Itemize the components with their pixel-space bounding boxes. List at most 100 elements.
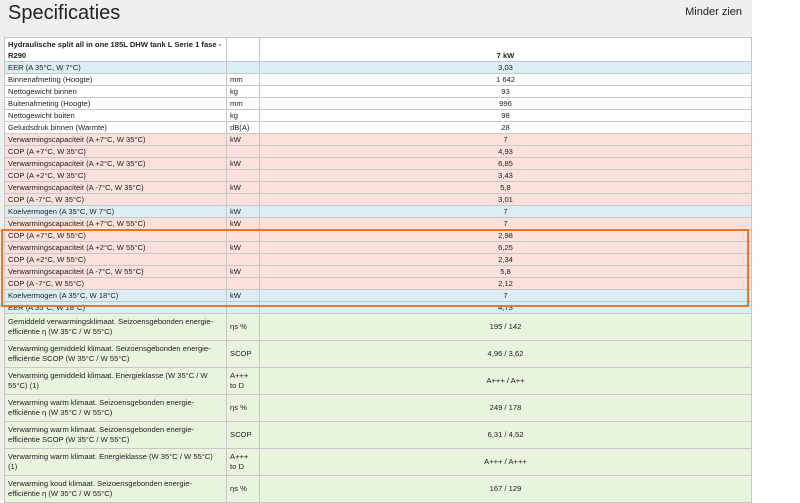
table-row: Nettogewicht binnen kg 93 xyxy=(4,85,752,98)
spec-unit: kW xyxy=(226,217,260,230)
spec-value: 167 / 129 xyxy=(259,475,752,503)
spec-label: Verwarming gemiddeld klimaat. Energiekla… xyxy=(4,367,227,395)
spec-label: Nettogewicht buiten xyxy=(4,109,227,122)
spec-label: COP (A -7°C, W 55°C) xyxy=(4,277,227,290)
table-row: Koelvermogen (A 35°C, W 18°C) kW 7 xyxy=(4,289,752,302)
table-row: EER (A 35°C, W 7°C) 3,03 xyxy=(4,61,752,74)
spec-value: 6,85 xyxy=(259,157,752,170)
spec-label: Verwarmingscapaciteit (A +2°C, W 35°C) xyxy=(4,157,227,170)
spec-unit xyxy=(226,61,260,74)
spec-unit: ηs % xyxy=(226,394,260,422)
spec-value: 7 xyxy=(259,289,752,302)
spec-unit xyxy=(226,253,260,266)
spec-label: Binnenafmeting (Hoogte) xyxy=(4,73,227,86)
spec-label: Verwarming koud klimaat. Seizoensgebonde… xyxy=(4,475,227,503)
spec-unit: A+++ to D xyxy=(226,448,260,476)
spec-label: Geluidsdruk binnen (Warmte) xyxy=(4,121,227,134)
spec-unit xyxy=(226,193,260,206)
spec-unit: kW xyxy=(226,265,260,278)
spec-value: 2,34 xyxy=(259,253,752,266)
spec-value: 4,73 xyxy=(259,301,752,314)
spec-unit xyxy=(226,145,260,158)
spec-unit: kW xyxy=(226,157,260,170)
table-row: COP (A +7°C, W 35°C) 4,93 xyxy=(4,145,752,158)
spec-value: 2,98 xyxy=(259,229,752,242)
spec-value: 6,31 / 4,52 xyxy=(259,421,752,449)
table-row: Binnenafmeting (Hoogte) mm 1 642 xyxy=(4,73,752,86)
spec-unit: kW xyxy=(226,241,260,254)
table-header-row: Hydraulische split all in one 185L DHW t… xyxy=(4,37,752,62)
spec-unit: ηs % xyxy=(226,475,260,503)
spec-value: 4,96 / 3,62 xyxy=(259,340,752,368)
table-row: Verwarming warm klimaat. Seizoensgebonde… xyxy=(4,421,752,449)
spec-label: Koelvermogen (A 35°C, W 7°C) xyxy=(4,205,227,218)
spec-label: COP (A -7°C, W 35°C) xyxy=(4,193,227,206)
page-title: Specificaties xyxy=(8,2,121,24)
table-row: COP (A +2°C, W 55°C) 2,34 xyxy=(4,253,752,266)
table-row: COP (A +2°C, W 35°C) 3,43 xyxy=(4,169,752,182)
spec-value: 1 642 xyxy=(259,73,752,86)
spec-label: EER (A 35°C, W 18°C) xyxy=(4,301,227,314)
spec-table: Hydraulische split all in one 185L DHW t… xyxy=(4,37,752,503)
spec-label: Verwarmingscapaciteit (A -7°C, W 35°C) xyxy=(4,181,227,194)
spec-unit: SCOP xyxy=(226,340,260,368)
header-unit-cell xyxy=(226,37,260,62)
spec-label: Buitenafmeting (Hoogte) xyxy=(4,97,227,110)
table-row: COP (A -7°C, W 55°C) 2,12 xyxy=(4,277,752,290)
spec-value: 7 xyxy=(259,217,752,230)
table-row: Gemiddeld verwarmingsklimaat. Seizoensge… xyxy=(4,313,752,341)
spec-unit: dB(A) xyxy=(226,121,260,134)
spec-label: Gemiddeld verwarmingsklimaat. Seizoensge… xyxy=(4,313,227,341)
spec-label: EER (A 35°C, W 7°C) xyxy=(4,61,227,74)
table-row: Verwarmingscapaciteit (A -7°C, W 35°C) kW… xyxy=(4,181,752,194)
spec-value: 7 xyxy=(259,205,752,218)
table-row: EER (A 35°C, W 18°C) 4,73 xyxy=(4,301,752,314)
spec-value: 98 xyxy=(259,109,752,122)
table-row: Verwarming warm klimaat. Seizoensgebonde… xyxy=(4,394,752,422)
table-row: Verwarmingscapaciteit (A -7°C, W 55°C) kW… xyxy=(4,265,752,278)
spec-value: 5,8 xyxy=(259,265,752,278)
spec-value: 195 / 142 xyxy=(259,313,752,341)
product-name: Hydraulische split all in one 185L DHW t… xyxy=(4,37,227,62)
spec-label: COP (A +7°C, W 35°C) xyxy=(4,145,227,158)
spec-label: Verwarming gemiddeld klimaat. Seizoensge… xyxy=(4,340,227,368)
table-row: Buitenafmeting (Hoogte) mm 996 xyxy=(4,97,752,110)
spec-unit: SCOP xyxy=(226,421,260,449)
table-row: Verwarming gemiddeld klimaat. Energiekla… xyxy=(4,367,752,395)
table-row: Verwarmingscapaciteit (A +2°C, W 35°C) kW… xyxy=(4,157,752,170)
spec-unit xyxy=(226,277,260,290)
spec-value: 3,43 xyxy=(259,169,752,182)
show-less-button[interactable]: Minder zien xyxy=(685,6,742,18)
spec-value: 6,25 xyxy=(259,241,752,254)
spec-unit: kW xyxy=(226,289,260,302)
spec-label: COP (A +2°C, W 35°C) xyxy=(4,169,227,182)
spec-unit: kW xyxy=(226,205,260,218)
spec-value: A+++ / A++ xyxy=(259,367,752,395)
table-row: COP (A +7°C, W 55°C) 2,98 xyxy=(4,229,752,242)
spec-value: 249 / 178 xyxy=(259,394,752,422)
spec-label: COP (A +7°C, W 55°C) xyxy=(4,229,227,242)
table-row: COP (A -7°C, W 35°C) 3,01 xyxy=(4,193,752,206)
specifications-panel: Specificaties Minder zien Hydraulische s… xyxy=(0,0,752,503)
table-row: Verwarming gemiddeld klimaat. Seizoensge… xyxy=(4,340,752,368)
spec-unit: mm xyxy=(226,73,260,86)
spec-value: 3,01 xyxy=(259,193,752,206)
table-row: Verwarming koud klimaat. Seizoensgebonde… xyxy=(4,475,752,503)
spec-value: 2,12 xyxy=(259,277,752,290)
spec-label: Verwarmingscapaciteit (A +2°C, W 55°C) xyxy=(4,241,227,254)
spec-label: COP (A +2°C, W 55°C) xyxy=(4,253,227,266)
table-row: Verwarmingscapaciteit (A +7°C, W 55°C) kW… xyxy=(4,217,752,230)
spec-unit: kg xyxy=(226,109,260,122)
spec-label: Verwarmingscapaciteit (A +7°C, W 35°C) xyxy=(4,133,227,146)
spec-unit: ηs % xyxy=(226,313,260,341)
spec-value: 3,03 xyxy=(259,61,752,74)
spec-unit: mm xyxy=(226,97,260,110)
table-row: Verwarmingscapaciteit (A +2°C, W 55°C) kW… xyxy=(4,241,752,254)
model-column-header: 7 kW xyxy=(259,37,752,62)
spec-value: A+++ / A+++ xyxy=(259,448,752,476)
spec-unit xyxy=(226,301,260,314)
table-row: Koelvermogen (A 35°C, W 7°C) kW 7 xyxy=(4,205,752,218)
spec-value: 28 xyxy=(259,121,752,134)
spec-label: Verwarmingscapaciteit (A +7°C, W 55°C) xyxy=(4,217,227,230)
spec-value: 5,8 xyxy=(259,181,752,194)
